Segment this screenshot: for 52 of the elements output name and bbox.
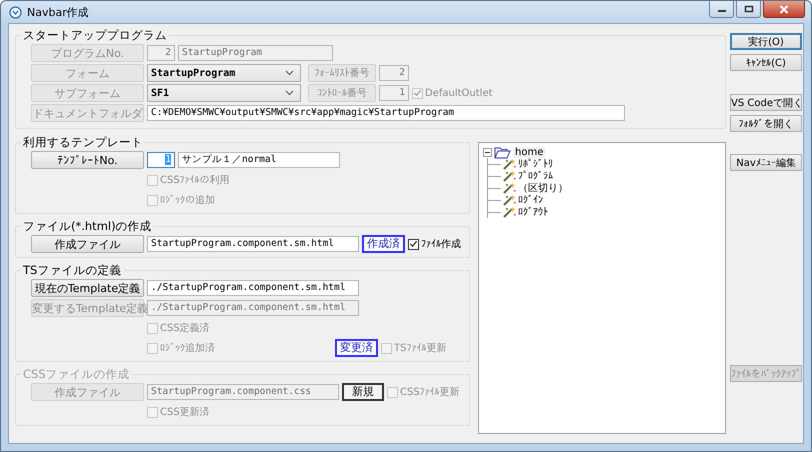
tree-item[interactable]: ﾌﾟﾛｸﾞﾗﾑ [518, 170, 553, 182]
tree-item[interactable]: ﾛｸﾞｱｳﾄ [518, 206, 548, 218]
dropdown[interactable]: StartupProgram [147, 64, 301, 82]
check-icon [413, 88, 422, 98]
chevron-icon [285, 70, 294, 76]
text-field[interactable]: StartupProgram.component.sm.html [147, 236, 359, 252]
maximize-icon [744, 5, 754, 13]
status-badge: 作成済 [362, 235, 405, 253]
section-title: TSファイルの定義 [22, 263, 122, 278]
text-field[interactable]: 2 [147, 45, 175, 61]
collapse-icon[interactable] [483, 148, 492, 156]
chevron-icon [285, 90, 294, 96]
action-button[interactable]: ｷｬﾝｾﾙ(C) [730, 54, 802, 71]
checkbox[interactable]: ﾌｧｲﾙ作成 [408, 237, 461, 251]
text-field[interactable]: 1 [379, 85, 409, 101]
text-field[interactable]: ./StartupProgram.component.sm.html [147, 300, 359, 316]
action-button[interactable]: Navﾒﾆｭｰ編集 [730, 154, 802, 171]
app-icon [9, 6, 22, 18]
maximize-button[interactable] [736, 1, 761, 18]
action-button[interactable]: VS Codeで開く [730, 94, 802, 111]
check-icon [409, 239, 418, 249]
label-button[interactable]: 作成ファイル [31, 235, 144, 253]
text-field[interactable]: サンプル１／normal [178, 152, 340, 168]
wand-icon [503, 170, 516, 182]
label-button[interactable]: ﾃﾝﾌﾟﾚｰﾄNo. [31, 151, 144, 169]
tree-item[interactable]: home [513, 146, 546, 158]
action-button[interactable]: ﾌｫﾙﾀﾞを開く [730, 115, 802, 132]
close-button[interactable] [763, 1, 805, 18]
folder-icon [494, 146, 511, 158]
dropdown[interactable]: SF1 [147, 84, 301, 102]
section-title: スタートアッププログラム [22, 28, 168, 43]
wand-icon [503, 194, 516, 206]
wand-icon [503, 206, 516, 218]
tree-item[interactable]: ﾘﾎﾟｼﾞﾄﾘ [518, 158, 553, 170]
action-button[interactable]: 実行(O) [730, 33, 802, 50]
section-title: CSSファイルの作成 [22, 367, 131, 382]
text-field[interactable]: StartupProgram [178, 45, 333, 61]
status-badge: 変更済 [335, 339, 378, 357]
text-field[interactable]: 1 [147, 152, 175, 168]
section-title: 利用するテンプレート [22, 135, 144, 150]
section-title: ファイル(*.html)の作成 [22, 219, 153, 234]
tree-item[interactable]: ﾛｸﾞｲﾝ [518, 194, 543, 206]
wand-icon [503, 158, 516, 170]
close-icon [779, 4, 789, 14]
text-field[interactable]: C:¥DEMO¥SMWC¥output¥SMWC¥src¥app¥magic¥StartupProgram [147, 105, 625, 121]
wand-icon [503, 182, 516, 194]
text-field[interactable]: 2 [379, 65, 409, 81]
window-title: Navbar作成 [27, 4, 89, 20]
label-button[interactable]: 現在のTemplate定義 [31, 279, 144, 297]
minimize-button[interactable] [709, 1, 734, 18]
text-field[interactable]: ./StartupProgram.component.sm.html [147, 280, 359, 296]
tree-item[interactable]: （区切り） [518, 181, 568, 195]
